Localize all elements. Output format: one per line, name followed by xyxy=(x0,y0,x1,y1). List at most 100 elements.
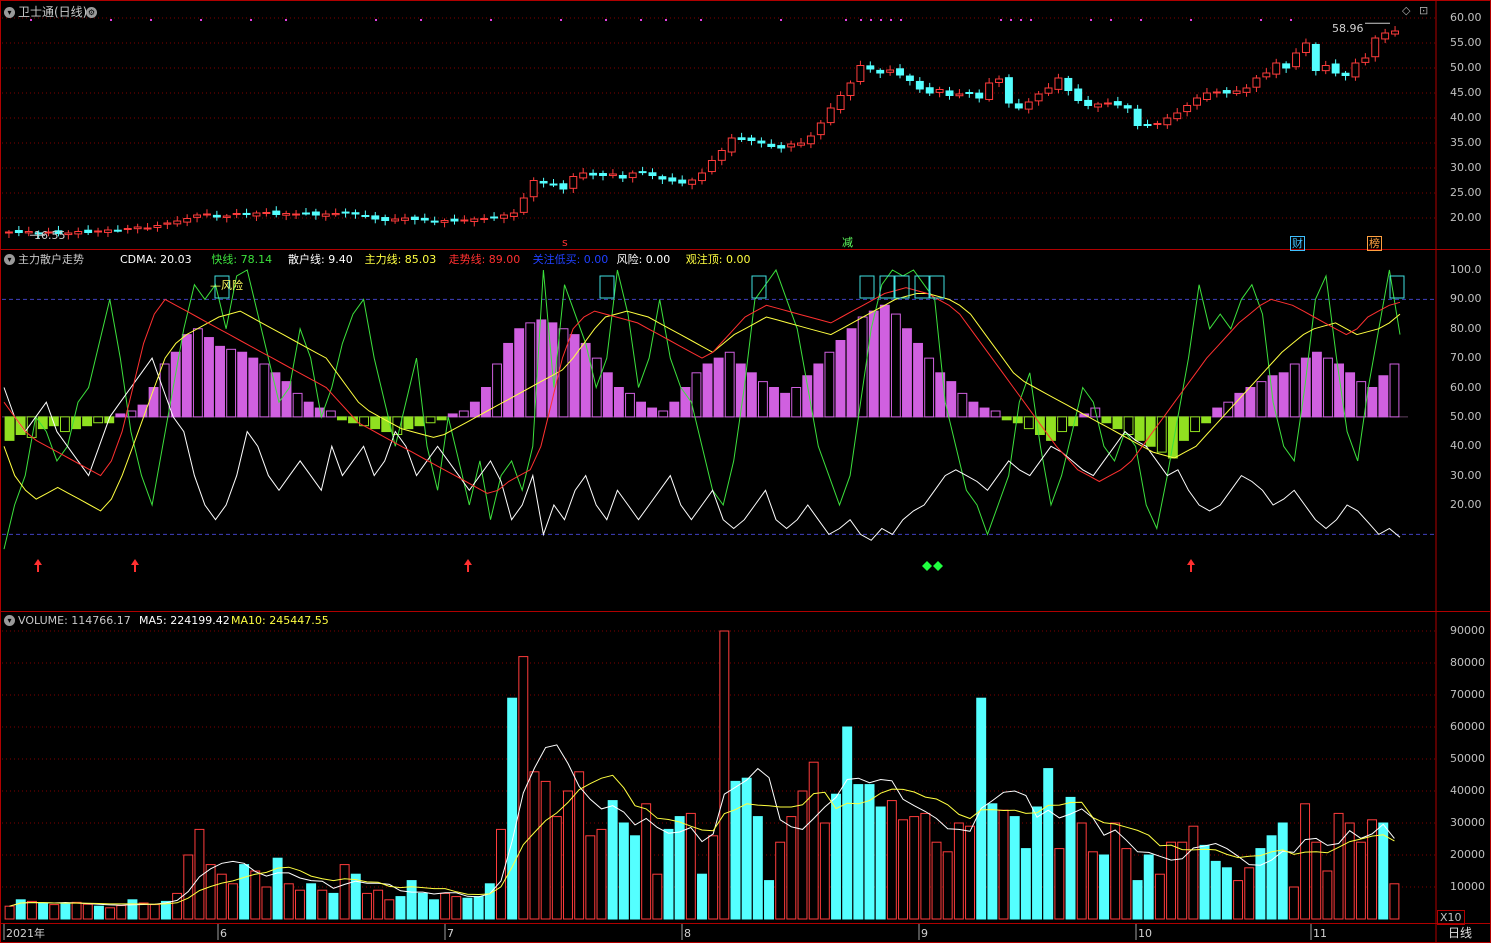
candle-body xyxy=(1212,91,1221,94)
main-force-bar xyxy=(181,334,192,418)
marker-bang[interactable]: 榜 xyxy=(1367,236,1382,251)
event-dot xyxy=(150,19,152,21)
chart-canvas[interactable] xyxy=(0,0,1491,943)
main-force-bar xyxy=(913,342,923,418)
volume-bar xyxy=(395,896,406,920)
candle-body xyxy=(509,212,518,217)
volume-bar xyxy=(1110,822,1121,920)
marker-s[interactable]: s xyxy=(561,236,569,249)
indicator-value: 主力线: 85.03 xyxy=(364,253,437,266)
retail-bar xyxy=(1134,416,1145,441)
candle-body xyxy=(480,218,489,220)
volume-bar xyxy=(953,822,964,920)
indicator-tick-label: 50.00 xyxy=(1450,409,1482,423)
volume-bar xyxy=(607,800,618,920)
candle-body xyxy=(628,172,637,179)
candle-body xyxy=(1311,43,1320,71)
x-axis-label: 11 xyxy=(1313,927,1327,940)
retail-bar xyxy=(1101,416,1112,424)
collapse-icon[interactable]: ▾ xyxy=(4,254,15,265)
candle-body xyxy=(331,213,340,216)
candle-body xyxy=(925,87,934,94)
volume-bar xyxy=(216,873,227,920)
volume-bar xyxy=(719,630,730,920)
volume-bar xyxy=(775,841,786,920)
candle-body xyxy=(638,171,647,174)
candle-body xyxy=(698,172,706,182)
collapse-icon[interactable]: ▾ xyxy=(4,615,15,626)
event-dot xyxy=(605,19,607,21)
candle-body xyxy=(252,212,261,217)
collapse-icon[interactable]: ▾ xyxy=(4,7,15,18)
retail-bar xyxy=(1190,416,1200,433)
main-force-bar xyxy=(226,348,237,418)
main-force-bar xyxy=(791,387,802,418)
candle-body xyxy=(94,230,103,233)
candle-body xyxy=(866,65,875,70)
candle-body xyxy=(1064,77,1073,91)
main-force-bar xyxy=(846,328,857,418)
candle-body xyxy=(896,68,904,76)
volume-ma5: MA5: 224199.42 xyxy=(139,614,230,627)
retail-bar xyxy=(1001,416,1012,421)
volume-bar xyxy=(361,892,372,920)
volume-bar xyxy=(138,902,149,920)
volume-bar xyxy=(339,864,350,920)
volume-bar xyxy=(373,889,384,920)
candle-body xyxy=(500,214,508,219)
indicator-tick-label: 70.00 xyxy=(1450,351,1482,365)
candle-body xyxy=(222,215,231,218)
retail-bar xyxy=(436,416,447,421)
marker-cai[interactable]: 财 xyxy=(1290,236,1305,251)
period-label[interactable]: 日线 xyxy=(1448,927,1472,940)
main-force-bar xyxy=(1378,375,1389,418)
volume-bar xyxy=(529,771,540,920)
indicator-value: 关注低买: 0.00 xyxy=(532,253,609,266)
candle-body xyxy=(777,145,786,149)
candle-body xyxy=(569,176,578,189)
main-force-bar xyxy=(525,322,536,418)
candle-body xyxy=(64,232,73,236)
candle-body xyxy=(341,211,350,214)
retail-bar xyxy=(1167,416,1178,459)
candle-body xyxy=(1153,123,1162,125)
candle-body xyxy=(420,217,429,221)
candle-body xyxy=(450,218,459,222)
main-force-bar xyxy=(924,357,935,418)
main-force-bar xyxy=(625,392,635,418)
event-dot xyxy=(250,19,252,21)
candle-body xyxy=(84,229,93,234)
main-force-bar xyxy=(204,337,214,418)
diamond-icon[interactable]: ◇ xyxy=(1402,4,1410,17)
main-force-bar xyxy=(902,328,912,418)
candle-body xyxy=(1004,77,1013,104)
indicator-tick-label: 80.00 xyxy=(1450,321,1482,335)
candle-body xyxy=(1292,52,1301,68)
indicator-value: 散户线: 9.40 xyxy=(288,253,353,266)
candle-body xyxy=(589,172,598,176)
candle-body xyxy=(202,213,211,216)
volume-bar xyxy=(1054,848,1065,920)
volume-bar xyxy=(172,892,183,920)
settings-icon[interactable]: ⊡ xyxy=(1419,4,1428,17)
candle-body xyxy=(153,225,162,228)
retail-bar xyxy=(60,416,70,433)
volume-bar xyxy=(1378,822,1389,920)
candle-body xyxy=(1014,103,1023,109)
main-force-bar xyxy=(536,319,547,418)
diamond-signal-icon xyxy=(933,561,943,571)
candle-body xyxy=(262,212,271,214)
volume-tick-label: 80000 xyxy=(1450,656,1485,669)
candle-body xyxy=(410,216,419,221)
volume-bar xyxy=(831,793,841,920)
volume-tick-label: 70000 xyxy=(1450,688,1485,701)
main-force-bar xyxy=(979,407,990,418)
gear-icon[interactable]: ⚙ xyxy=(86,7,97,18)
candle-body xyxy=(549,183,558,186)
volume-bar xyxy=(71,901,82,920)
event-dot xyxy=(780,19,782,21)
event-dot xyxy=(1110,19,1112,21)
main-force-bar xyxy=(746,372,757,418)
marker-jian[interactable]: 减 xyxy=(841,236,854,249)
main-force-bar xyxy=(303,401,314,418)
